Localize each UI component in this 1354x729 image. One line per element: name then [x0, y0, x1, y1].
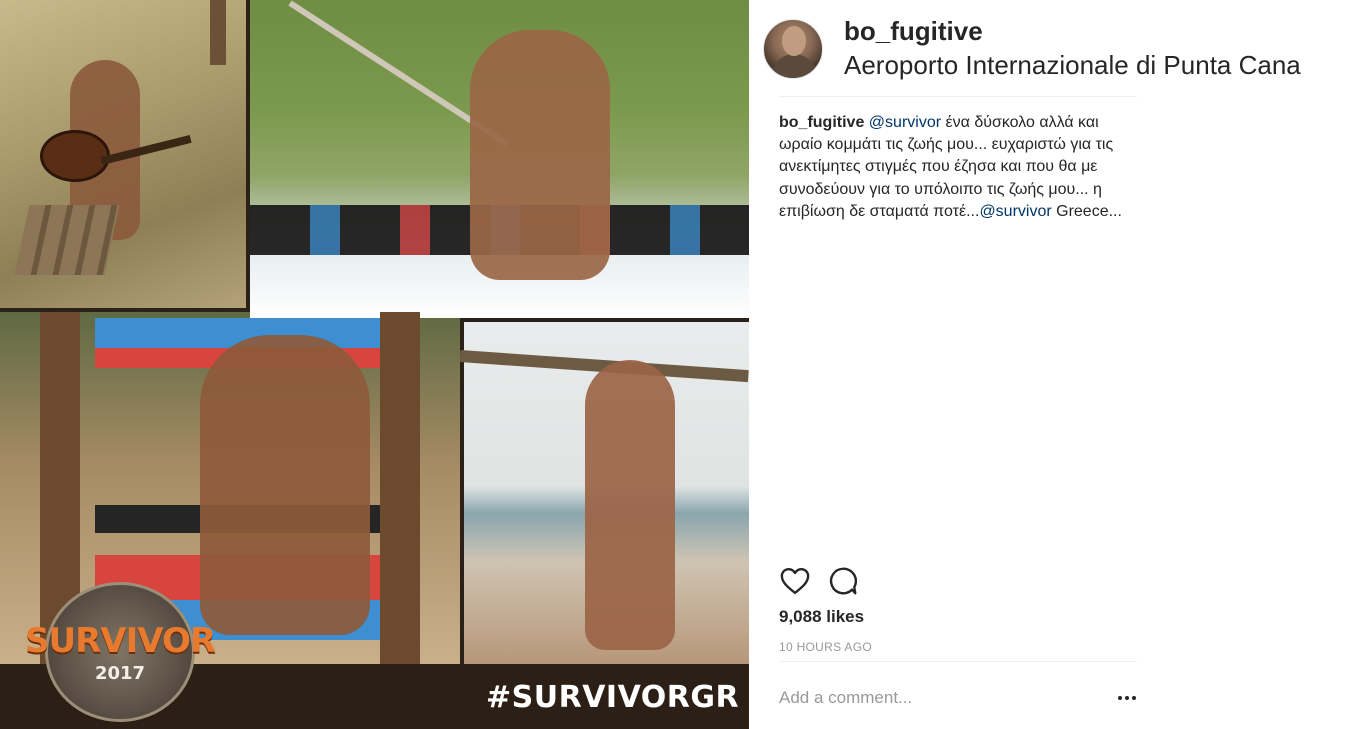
username-link[interactable]: bo_fugitive [844, 16, 1301, 47]
avatar[interactable] [763, 19, 823, 79]
instagram-post-page: SURVIVOR 2017 #SURVIVORGR bo_fugitive Ae… [0, 0, 1354, 729]
caption-text-2: Greece... [1051, 202, 1122, 220]
post-side-panel: bo_fugitive Aeroporto Internazionale di … [749, 0, 1354, 729]
divider-bottom [779, 661, 1137, 662]
caption-username[interactable]: bo_fugitive [779, 114, 864, 131]
photo-hashtag: #SURVIVORGR [486, 680, 740, 715]
person-with-pole [470, 30, 610, 280]
obstacle-post-right [380, 312, 420, 664]
header-text: bo_fugitive Aeroporto Internazionale di … [844, 16, 1301, 83]
divider-top [779, 96, 1137, 97]
comment-bubble-icon [829, 567, 858, 595]
like-button[interactable] [779, 565, 811, 597]
comment-input[interactable] [779, 684, 1099, 712]
wooden-logs [14, 205, 120, 275]
person-hanging [585, 360, 675, 650]
caption: bo_fugitive @survivor ένα δύσκολο αλλά κ… [779, 112, 1129, 223]
post-actions [779, 565, 859, 597]
logo-year: 2017 [94, 662, 146, 684]
caption-mention-1[interactable]: @survivor [869, 114, 941, 131]
caption-mention-2[interactable]: @survivor [979, 203, 1051, 220]
post-photo[interactable]: SURVIVOR 2017 #SURVIVORGR [0, 0, 749, 729]
post-header: bo_fugitive Aeroporto Internazionale di … [763, 16, 1301, 83]
heart-icon [780, 567, 810, 595]
avatar-face [782, 26, 806, 56]
guitar [40, 130, 110, 182]
more-options-icon-dot [1125, 696, 1129, 700]
location-link[interactable]: Aeroporto Internazionale di Punta Cana [844, 49, 1301, 83]
more-options-icon-dot [1132, 696, 1136, 700]
person-crossing-obstacle [200, 335, 370, 635]
avatar-body [772, 54, 816, 78]
likes-count[interactable]: 9,088 likes [779, 607, 864, 627]
more-options-icon [1118, 696, 1122, 700]
logo-text: SURVIVOR [24, 620, 216, 661]
more-options-button[interactable] [1115, 688, 1139, 708]
post-timestamp[interactable]: 10 HOURS AGO [779, 640, 872, 654]
comment-button[interactable] [827, 565, 859, 597]
tree-trunk [210, 0, 226, 65]
survivor-logo: SURVIVOR 2017 [25, 582, 216, 722]
